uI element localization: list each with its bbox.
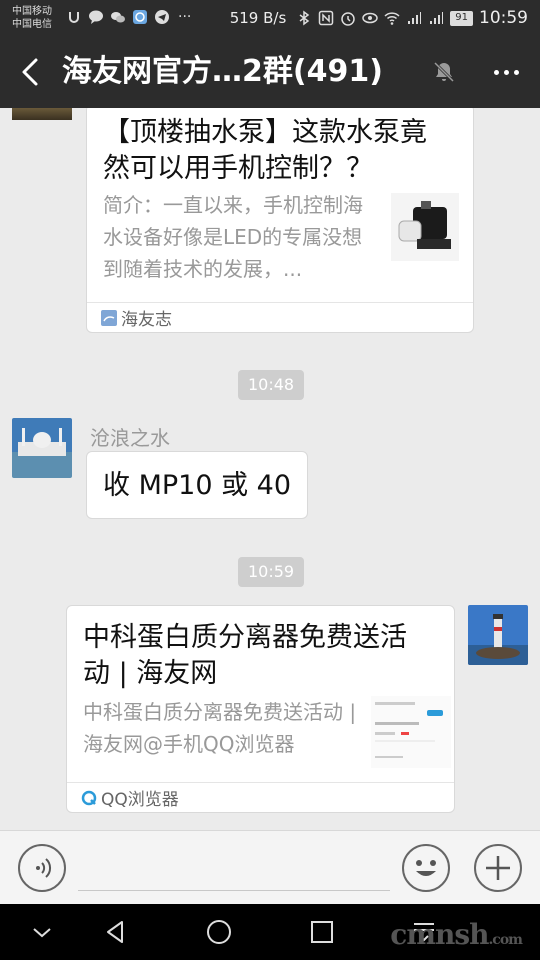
- chat-title: 海友网官方…2群(491): [62, 54, 383, 89]
- status-right: 519 B/s 91 10:59: [230, 8, 528, 28]
- link-description: 中科蛋白质分离器免费送活动 | 海友网@手机QQ浏览器: [83, 700, 357, 756]
- voice-toggle-button[interactable]: [18, 844, 66, 892]
- wifi-icon: [384, 12, 400, 25]
- telegram-icon: [155, 10, 169, 24]
- network-speed: 519 B/s: [229, 9, 287, 27]
- input-bar: [0, 830, 540, 904]
- more-options-button[interactable]: [486, 54, 526, 90]
- more-input-button[interactable]: [474, 844, 522, 892]
- plus-icon: [486, 856, 510, 880]
- carrier-1: 中国移动: [12, 6, 52, 17]
- chat-messages: 【顶楼抽水泵】这款水泵竟然可以用手机控制？？ 简介：一直以来，手机控制海水设备好…: [0, 108, 540, 830]
- link-title: 中科蛋白质分离器免费送活动 | 海友网: [83, 622, 407, 689]
- link-thumbnail: [371, 696, 451, 768]
- u-app-icon: [69, 12, 79, 23]
- article-title: 【顶楼抽水泵】这款水泵竟然可以用手机控制？？: [103, 117, 427, 184]
- emoji-button[interactable]: [402, 844, 450, 892]
- shared-article-card[interactable]: 【顶楼抽水泵】这款水泵竟然可以用手机控制？？ 简介：一直以来，手机控制海水设备好…: [86, 108, 474, 333]
- mute-notifications-icon: [433, 61, 455, 83]
- avatar[interactable]: [12, 418, 72, 478]
- article-description: 简介：一直以来，手机控制海水设备好像是LED的专属没想到随着技术的发展，...: [103, 193, 363, 281]
- carrier-labels: 中国移动 中国电信: [12, 5, 52, 31]
- more-notifications-indicator: ···: [178, 9, 192, 25]
- link-source-name: QQ浏览器: [101, 790, 179, 810]
- back-nav-icon[interactable]: [102, 918, 130, 946]
- system-nav-bar: cmnsh.com: [0, 904, 540, 960]
- status-time: 10:59: [479, 8, 528, 28]
- recents-nav-icon[interactable]: [308, 918, 336, 946]
- message-bubble[interactable]: 收 MP10 或 40: [86, 451, 309, 519]
- timestamp: 10:59: [238, 557, 305, 587]
- timestamp: 10:48: [238, 370, 305, 400]
- link-source: QQ浏览器: [67, 782, 454, 812]
- my-avatar[interactable]: [468, 605, 528, 665]
- article-thumbnail: [391, 193, 459, 261]
- notification-icons: ···: [66, 9, 191, 25]
- eye-comfort-icon: [362, 12, 379, 24]
- signal-icon-2: [430, 12, 444, 24]
- source-app-icon: [101, 309, 117, 326]
- wechat-icon: [111, 12, 125, 23]
- shared-link-card[interactable]: 中科蛋白质分离器免费送活动 | 海友网 中科蛋白质分离器免费送活动 | 海友网@…: [66, 605, 455, 813]
- nfc-icon: [319, 10, 334, 26]
- avatar[interactable]: [12, 108, 72, 120]
- sender-name: 沧浪之水: [90, 426, 170, 450]
- home-nav-icon[interactable]: [205, 918, 233, 946]
- signal-icon-1: [408, 12, 422, 24]
- qq-browser-icon: [81, 790, 97, 805]
- alarm-icon: [341, 12, 356, 26]
- message-input[interactable]: [78, 845, 390, 891]
- back-arrow-icon[interactable]: [14, 54, 50, 90]
- hide-nav-chevron-icon[interactable]: [28, 918, 56, 946]
- alarm-app-icon: [133, 10, 147, 24]
- watermark-text: cmnsh: [390, 918, 489, 951]
- battery-indicator: 91: [450, 10, 473, 26]
- article-source: 海友志: [87, 302, 473, 332]
- article-source-name: 海友志: [121, 310, 172, 330]
- message-bubble-icon: [89, 10, 103, 24]
- bluetooth-icon: [299, 10, 310, 26]
- watermark-suffix: .com: [488, 932, 523, 948]
- status-bar: 中国移动 中国电信 ··· 519 B/s 91 10:59: [0, 0, 540, 36]
- chat-header: 海友网官方…2群(491): [0, 36, 540, 108]
- smiley-icon: [416, 860, 436, 876]
- carrier-2: 中国电信: [12, 19, 52, 30]
- voice-icon: [36, 858, 52, 878]
- watermark: cmnsh.com: [390, 918, 523, 951]
